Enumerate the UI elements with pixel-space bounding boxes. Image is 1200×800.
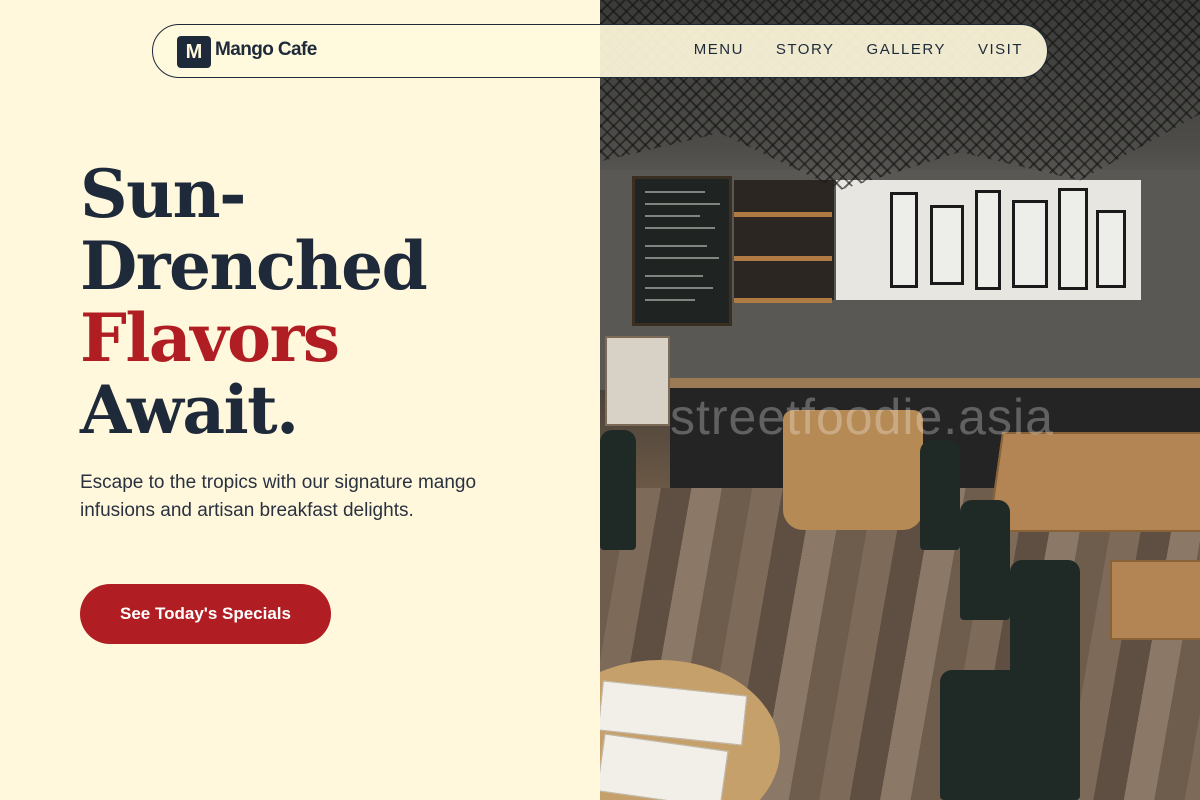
display-rack [1012, 200, 1048, 288]
chair [960, 500, 1010, 620]
nav-link-gallery[interactable]: GALLERY [867, 41, 946, 58]
headline-line-4: Await. [80, 371, 299, 449]
chair [920, 440, 960, 550]
see-specials-button[interactable]: See Today's Specials [80, 584, 331, 644]
cafe-interior-image: streetfoodie.asia [600, 0, 1200, 800]
shelf-board [734, 212, 832, 217]
display-rack [930, 205, 964, 285]
brand-name[interactable]: Mango Cafe [215, 39, 317, 61]
display-rack [1058, 188, 1088, 290]
shelf-board [734, 298, 832, 303]
hero-text-panel: Sun- Drenched Flavors Await. Escape to t… [0, 0, 600, 800]
shelf-board [734, 256, 832, 261]
nav-link-menu[interactable]: MENU [694, 41, 744, 58]
display-rack [975, 190, 1001, 290]
chair [600, 430, 636, 550]
nav-link-story[interactable]: STORY [776, 41, 835, 58]
headline-accent: Flavors [80, 299, 340, 377]
wooden-table [987, 432, 1200, 532]
hero-headline: Sun- Drenched Flavors Await. [80, 155, 428, 449]
headline-line-1: Sun- [80, 155, 247, 233]
display-rack [1096, 210, 1126, 288]
bottle-shelf [734, 180, 834, 300]
wooden-table [1110, 560, 1200, 640]
navbar: M Mango Cafe MENU STORY GALLERY VISIT [152, 24, 1048, 78]
headline-line-2: Drenched [80, 227, 428, 305]
chair [940, 670, 1080, 800]
nav-links: MENU STORY GALLERY VISIT [694, 41, 1023, 58]
display-rack [890, 192, 918, 288]
logo-icon[interactable]: M [177, 36, 211, 68]
menu-chalkboard [632, 176, 732, 326]
counter-top [670, 378, 1200, 388]
watermark: streetfoodie.asia [670, 389, 1054, 445]
nav-link-visit[interactable]: VISIT [978, 41, 1023, 58]
pastry-display-case [605, 336, 670, 426]
hero-subtitle: Escape to the tropics with our signature… [80, 472, 477, 521]
